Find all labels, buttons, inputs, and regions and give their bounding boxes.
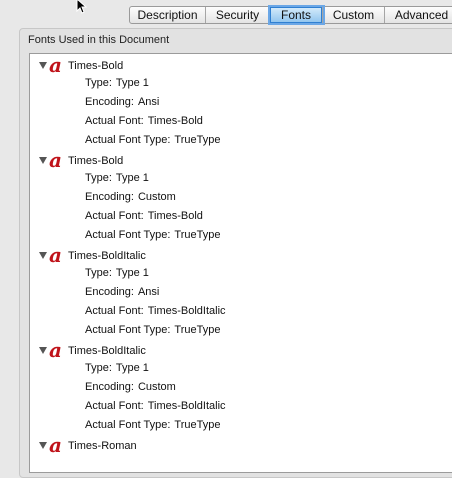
font-icon: a bbox=[49, 150, 62, 170]
group-title: Fonts Used in this Document bbox=[28, 34, 170, 46]
actual-font-row: Actual Font: Times-BoldItalic bbox=[85, 305, 226, 317]
actual-font-type-row: Actual Font Type: TrueType bbox=[85, 419, 221, 431]
font-type-row: Type: Type 1 bbox=[85, 77, 149, 89]
fonts-tree[interactable]: a Times-Bold Type: Type 1 Encoding: Ansi A… bbox=[29, 53, 452, 473]
font-icon: a bbox=[49, 435, 62, 455]
disclosure-triangle-icon[interactable] bbox=[39, 62, 47, 69]
actual-font-type-row: Actual Font Type: TrueType bbox=[85, 324, 221, 336]
svg-text:a: a bbox=[49, 55, 62, 75]
font-entry: a Times-Bold Type: Type 1 Encoding: Ansi A… bbox=[30, 55, 452, 146]
mouse-pointer-icon bbox=[76, 0, 88, 14]
font-encoding-row: Encoding: Ansi bbox=[85, 286, 160, 298]
actual-font-type-row: Actual Font Type: TrueType bbox=[85, 134, 221, 146]
fonts-group-box: Fonts Used in this Document a Times-Bold… bbox=[19, 28, 452, 478]
font-entry: a Times-Roman bbox=[30, 435, 452, 457]
actual-font-row: Actual Font: Times-BoldItalic bbox=[85, 400, 226, 412]
tab-fonts[interactable]: Fonts bbox=[270, 7, 323, 23]
font-encoding-row: Encoding: Ansi bbox=[85, 96, 160, 108]
tab-advanced[interactable]: Advanced bbox=[385, 7, 452, 23]
tab-bar: Description Security Fonts Custom Advanc… bbox=[129, 6, 452, 24]
font-entry: a Times-Bold Type: Type 1 Encoding: Custom… bbox=[30, 150, 452, 241]
svg-text:a: a bbox=[49, 150, 62, 170]
font-entry-header[interactable]: a Times-BoldItalic bbox=[30, 245, 452, 267]
actual-font-row: Actual Font: Times-Bold bbox=[85, 115, 203, 127]
font-entry-header[interactable]: a Times-Bold bbox=[30, 55, 452, 77]
font-name: Times-BoldItalic bbox=[68, 250, 146, 262]
tab-custom[interactable]: Custom bbox=[323, 7, 385, 23]
font-name: Times-Bold bbox=[68, 155, 124, 167]
tab-security[interactable]: Security bbox=[206, 7, 270, 23]
font-type-row: Type: Type 1 bbox=[85, 267, 149, 279]
actual-font-row: Actual Font: Times-Bold bbox=[85, 210, 203, 222]
font-type-row: Type: Type 1 bbox=[85, 362, 149, 374]
font-name: Times-Bold bbox=[68, 60, 124, 72]
font-name: Times-BoldItalic bbox=[68, 345, 146, 357]
font-entry: a Times-BoldItalic Type: Type 1 Encoding:… bbox=[30, 340, 452, 431]
font-icon: a bbox=[49, 340, 62, 360]
svg-text:a: a bbox=[49, 435, 62, 455]
font-name: Times-Roman bbox=[68, 440, 137, 452]
disclosure-triangle-icon[interactable] bbox=[39, 347, 47, 354]
disclosure-triangle-icon[interactable] bbox=[39, 157, 47, 164]
font-encoding-row: Encoding: Custom bbox=[85, 381, 176, 393]
font-icon: a bbox=[49, 245, 62, 265]
svg-text:a: a bbox=[49, 245, 62, 265]
font-type-row: Type: Type 1 bbox=[85, 172, 149, 184]
font-entry: a Times-BoldItalic Type: Type 1 Encoding:… bbox=[30, 245, 452, 336]
svg-text:a: a bbox=[49, 340, 62, 360]
disclosure-triangle-icon[interactable] bbox=[39, 442, 47, 449]
actual-font-type-row: Actual Font Type: TrueType bbox=[85, 229, 221, 241]
font-icon: a bbox=[49, 55, 62, 75]
disclosure-triangle-icon[interactable] bbox=[39, 252, 47, 259]
font-entry-header[interactable]: a Times-Roman bbox=[30, 435, 452, 457]
font-encoding-row: Encoding: Custom bbox=[85, 191, 176, 203]
tab-description[interactable]: Description bbox=[130, 7, 206, 23]
font-entry-header[interactable]: a Times-BoldItalic bbox=[30, 340, 452, 362]
font-entry-header[interactable]: a Times-Bold bbox=[30, 150, 452, 172]
